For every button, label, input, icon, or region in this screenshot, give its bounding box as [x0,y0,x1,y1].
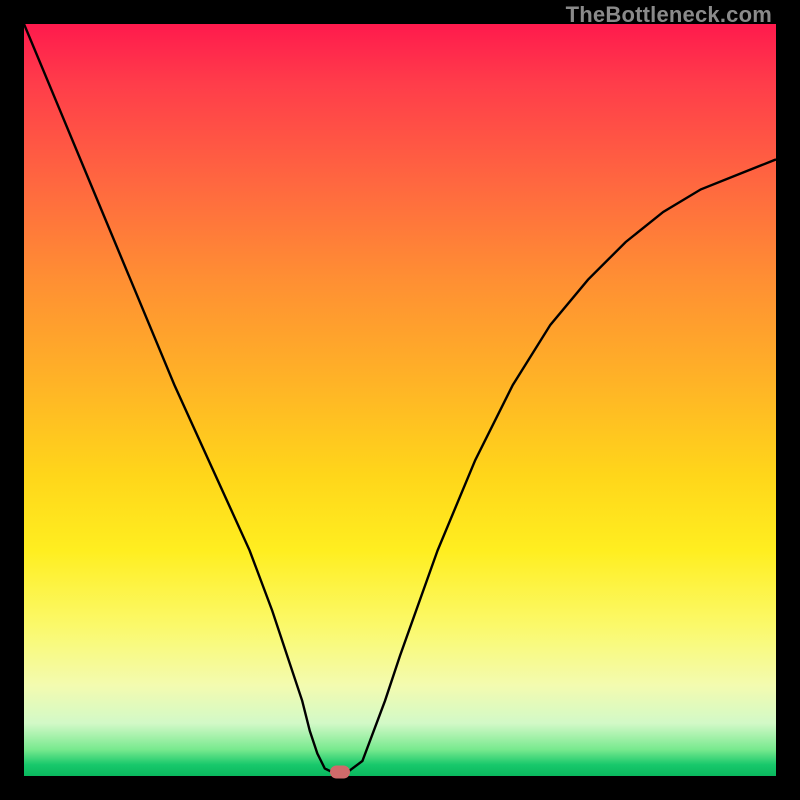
bottleneck-curve [24,24,776,776]
plot-frame [24,24,776,776]
optimal-point-marker [330,766,350,779]
